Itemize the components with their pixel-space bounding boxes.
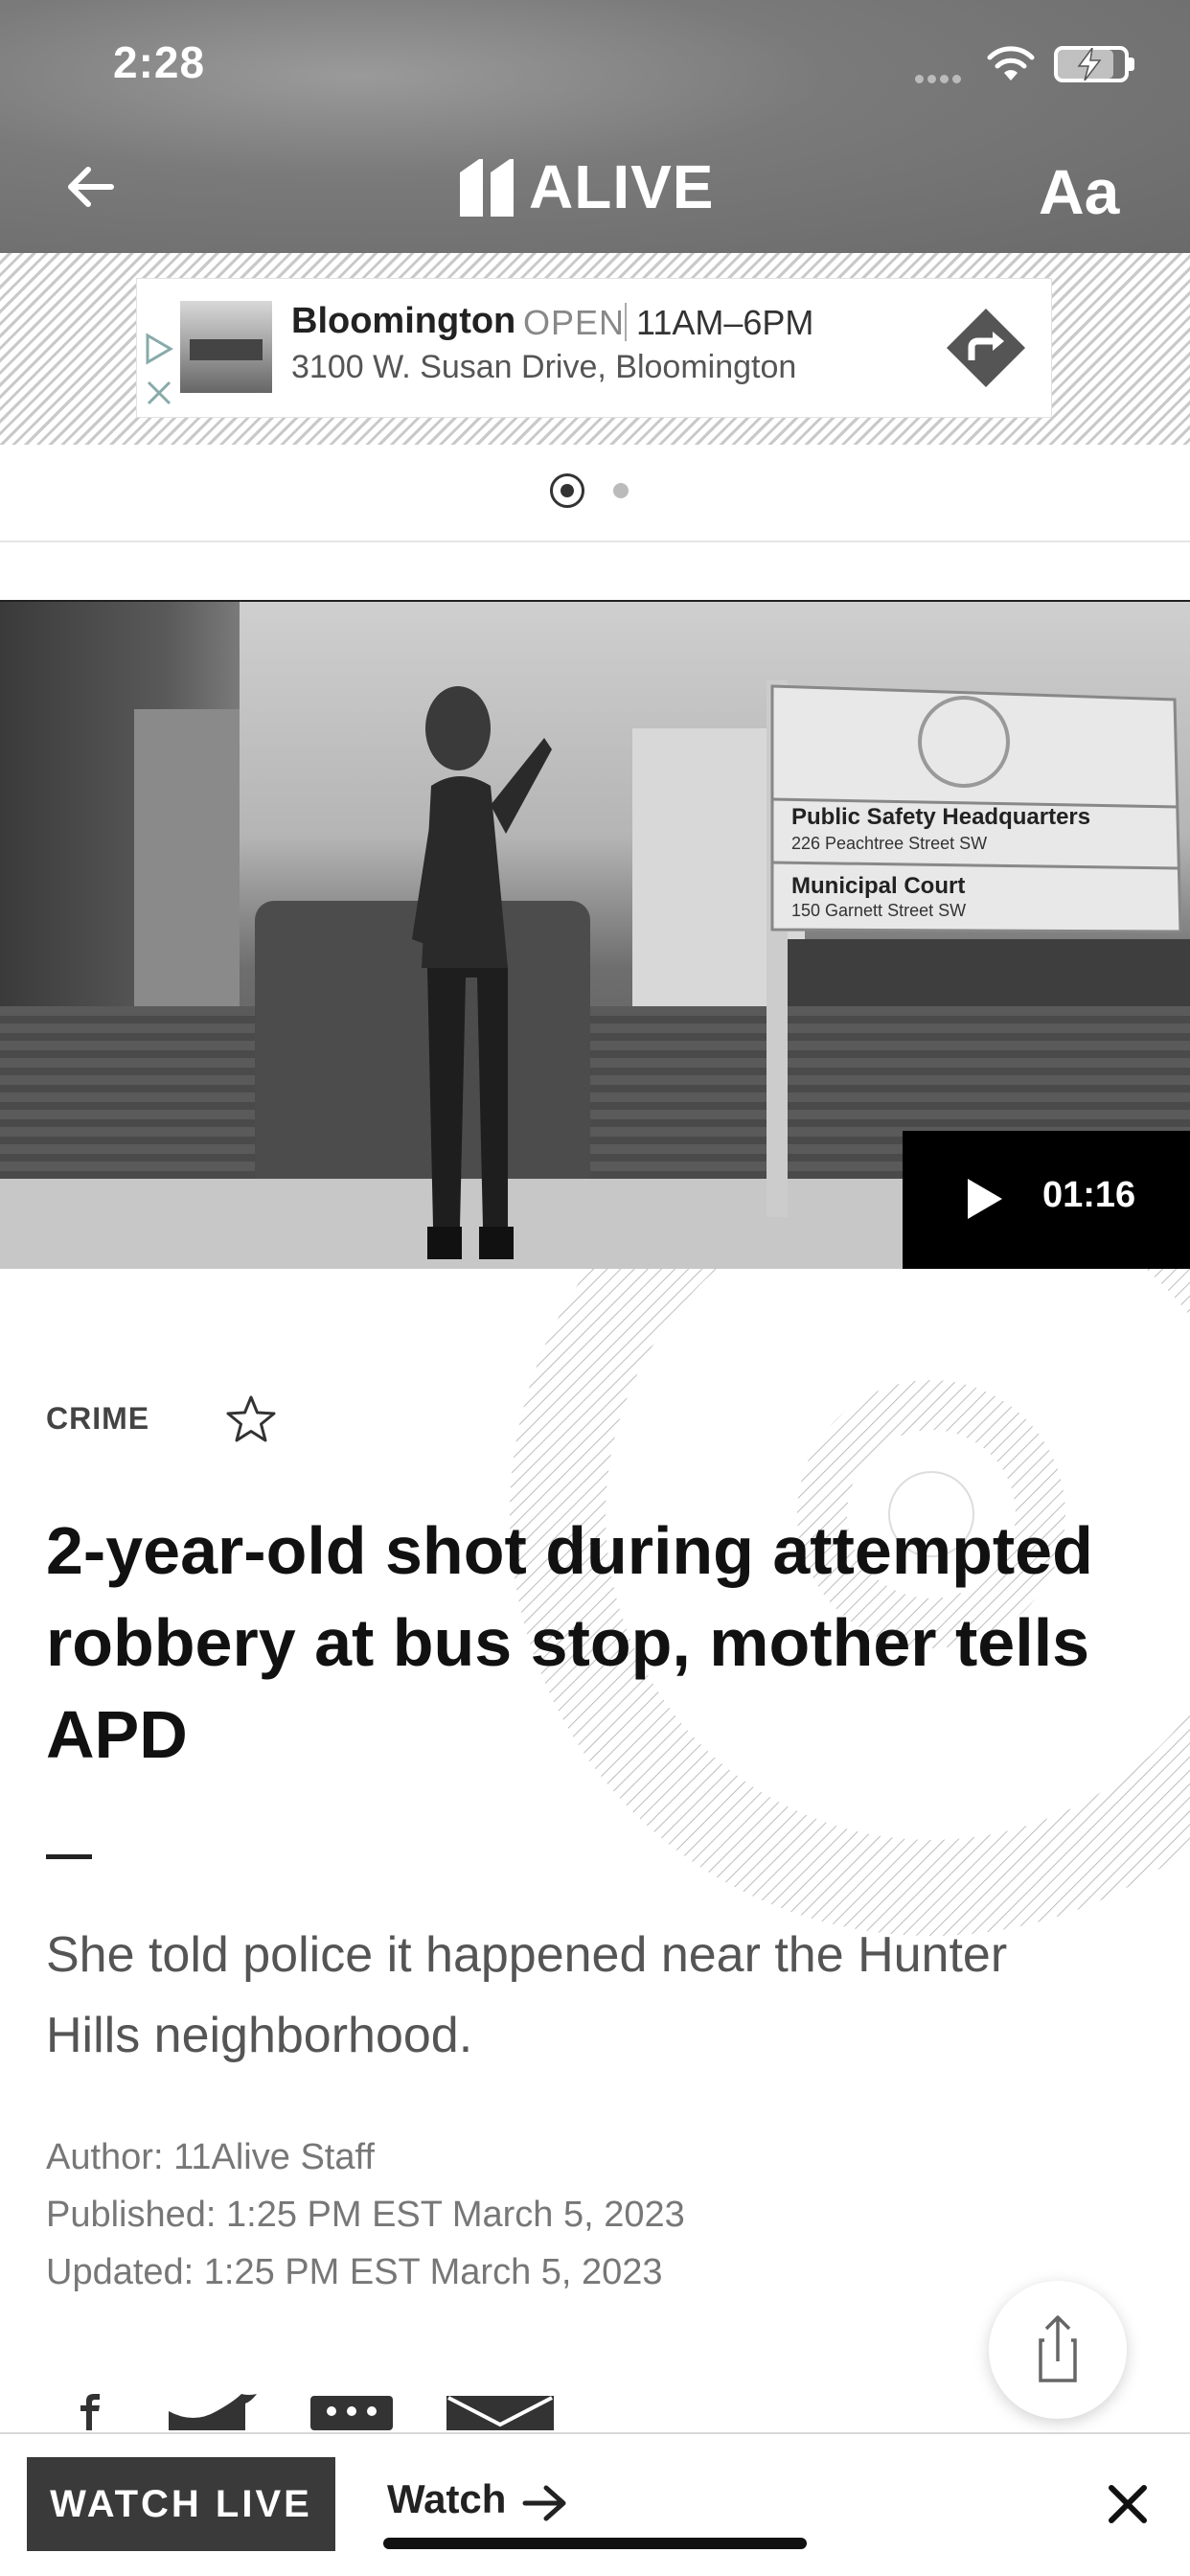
article-category[interactable]: CRIME [46,1401,149,1437]
article-author: Author: 11Alive Staff [46,2137,375,2177]
battery-tip [1129,58,1134,71]
share-icon [1039,2315,1077,2382]
play-icon[interactable] [966,1177,1004,1221]
back-arrow-icon[interactable] [57,153,125,220]
close-icon[interactable] [1104,2480,1152,2528]
mail-icon[interactable] [446,2392,554,2430]
text-size-icon: Aa [1039,156,1120,227]
watch-live-button[interactable]: WATCH LIVE [27,2457,335,2551]
arrow-right-icon[interactable] [521,2482,569,2524]
video-scene-person [412,686,552,1259]
article-published: Published: 1:25 PM EST March 5, 2023 [46,2195,685,2235]
logo-mark-icon [460,159,514,217]
pager-dot[interactable] [613,483,629,498]
text-size-button[interactable]: Aa [1039,153,1144,230]
brand-logo: ALIVE [460,152,730,221]
wifi-icon [987,46,1035,80]
divider [0,540,1190,542]
ad-choices-icon[interactable] [142,332,176,366]
more-icon[interactable] [310,2392,393,2430]
ad-open-status: OPEN [523,303,626,342]
ad-card[interactable] [136,278,1052,418]
sign-line1: Public Safety Headquarters [791,804,1090,830]
sign-line2: Municipal Court [791,873,965,899]
pager-dot-active[interactable] [550,473,584,508]
article-subhead: She told police it happened near the Hun… [46,1927,1008,2063]
star-icon[interactable] [222,1392,280,1449]
headline-dash [46,1854,92,1859]
sign-line2-sub: 150 Garnett Street SW [791,901,966,920]
ad-store-image[interactable] [180,301,272,393]
brand-text: ALIVE [529,152,715,221]
article-updated: Updated: 1:25 PM EST March 5, 2023 [46,2252,663,2292]
article-headline: 2-year-old shot during attempted robbery… [46,1513,1093,1772]
signal-icon [915,71,968,83]
ad-address[interactable]: 3100 W. Susan Drive, Bloomington [291,349,796,386]
facebook-icon[interactable] [71,2392,109,2430]
home-indicator [383,2538,807,2549]
watch-link[interactable]: Watch [387,2476,506,2522]
directions-icon[interactable] [943,305,1029,391]
twitter-icon[interactable] [165,2392,261,2430]
status-time: 2:28 [113,37,206,87]
close-icon[interactable] [144,378,174,408]
sign-line1-sub: 226 Peachtree Street SW [791,834,987,853]
video-duration: 01:16 [1042,1175,1136,1215]
ad-divider [625,303,627,341]
ad-hours: 11AM–6PM [636,303,814,342]
share-button[interactable] [989,2281,1127,2419]
video-scene-building [134,709,240,1016]
charging-bolt-icon [1077,48,1102,80]
ad-title[interactable]: Bloomington [291,301,515,342]
